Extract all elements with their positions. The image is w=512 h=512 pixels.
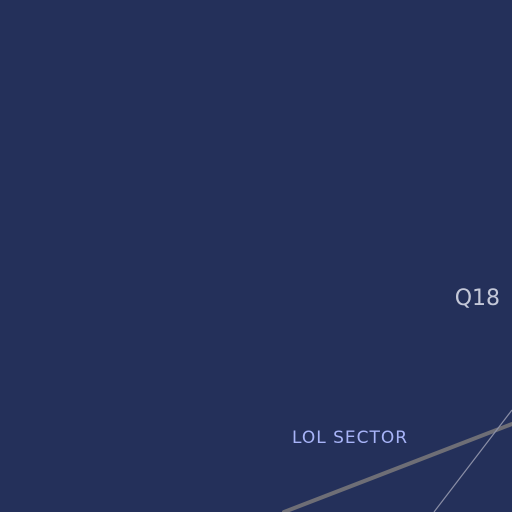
sector-label: LOL SECTOR: [292, 428, 409, 448]
map-lines: [282, 409, 512, 512]
grid-label: Q18: [454, 286, 500, 311]
minor-line: [433, 409, 512, 512]
map-canvas[interactable]: LOL SECTOR Q18: [0, 0, 512, 512]
